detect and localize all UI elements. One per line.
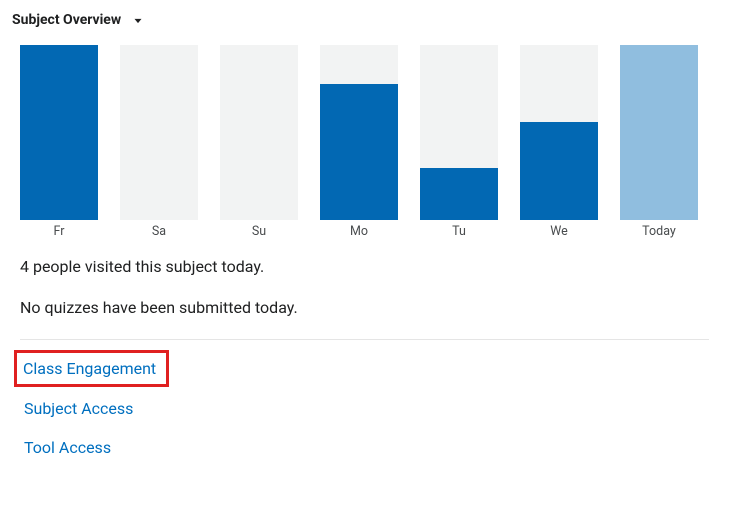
day-label: Today [642,224,676,239]
bar-slot [520,45,598,220]
highlight-annotation: Class Engagement [14,350,169,387]
summary-visits: 4 people visited this subject today. [20,257,709,276]
bar-col: Mo [320,45,398,239]
chevron-down-icon [131,14,143,26]
section-divider [20,339,709,340]
bar-slot [220,45,298,220]
day-label: We [550,224,568,239]
bar-slot [320,45,398,220]
bar [20,45,98,220]
summary-quizzes: No quizzes have been submitted today. [20,298,709,317]
bar-slot [420,45,498,220]
link-subject-access[interactable]: Subject Access [20,389,709,428]
bar-col: Tu [420,45,498,239]
bar [320,84,398,221]
bar-col: Fr [20,45,98,239]
bar [520,122,598,220]
day-label: Fr [54,224,65,239]
bar-col: Sa [120,45,198,239]
bar-col: Today [620,45,698,239]
day-label: Su [252,224,266,239]
bar-today [620,45,698,220]
day-label: Mo [350,224,368,239]
bar [420,168,498,221]
bar-col: We [520,45,598,239]
summary-block: 4 people visited this subject today. No … [4,239,725,317]
bar-slot [20,45,98,220]
bar-slot [620,45,698,220]
links-section: Class Engagement Subject Access Tool Acc… [4,350,725,467]
day-label: Sa [152,224,166,239]
bar-col: Su [220,45,298,239]
visits-bar-chart: Fr Sa Su Mo Tu We Today [4,44,725,239]
subject-overview-header[interactable]: Subject Overview [4,8,725,44]
day-label: Tu [452,224,466,239]
bar-slot [120,45,198,220]
link-tool-access[interactable]: Tool Access [20,428,709,467]
page-title: Subject Overview [12,12,121,28]
link-class-engagement[interactable]: Class Engagement [23,359,156,378]
